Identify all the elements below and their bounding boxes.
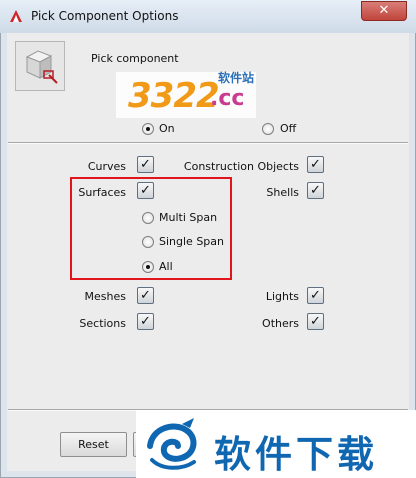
- pick-off-label: Off: [280, 122, 297, 135]
- others-checkbox[interactable]: ✓: [307, 313, 324, 330]
- pick-on-radio[interactable]: [142, 123, 154, 135]
- dragon-logo-icon: [147, 418, 197, 470]
- separator: [8, 142, 408, 144]
- others-label: Others: [262, 317, 299, 330]
- watermark-bottom-text: 软件下载: [214, 433, 378, 476]
- title-bar[interactable]: Pick Component Options ✕: [0, 0, 416, 33]
- meshes-label: Meshes: [84, 290, 126, 303]
- watermark-top-number: 3322: [128, 76, 220, 116]
- cube-pick-icon: [25, 50, 58, 84]
- sections-label: Sections: [79, 317, 126, 330]
- watermark-top-domain: .cc: [210, 86, 245, 111]
- pick-on-label: On: [159, 122, 175, 135]
- shells-checkbox[interactable]: ✓: [307, 182, 324, 199]
- shells-label: Shells: [266, 186, 299, 199]
- meshes-checkbox[interactable]: ✓: [137, 287, 154, 304]
- lights-checkbox[interactable]: ✓: [307, 287, 324, 304]
- curves-checkbox[interactable]: ✓: [137, 156, 154, 173]
- sections-checkbox[interactable]: ✓: [137, 313, 154, 330]
- construction-objects-label: Construction Objects: [183, 160, 299, 173]
- app-icon: [10, 10, 22, 22]
- annotation-highlight-box: [70, 177, 232, 280]
- curves-label: Curves: [87, 160, 126, 173]
- pick-component-icon-button[interactable]: [15, 41, 65, 91]
- reset-button[interactable]: Reset: [60, 432, 127, 457]
- close-button[interactable]: ✕: [361, 1, 407, 21]
- watermark-top-cn: 软件站: [218, 71, 255, 85]
- pick-component-label: Pick component: [91, 52, 179, 65]
- pick-off-radio[interactable]: [262, 123, 274, 135]
- lights-label: Lights: [265, 290, 299, 303]
- construction-objects-checkbox[interactable]: ✓: [307, 156, 324, 173]
- window-title: Pick Component Options: [31, 9, 179, 23]
